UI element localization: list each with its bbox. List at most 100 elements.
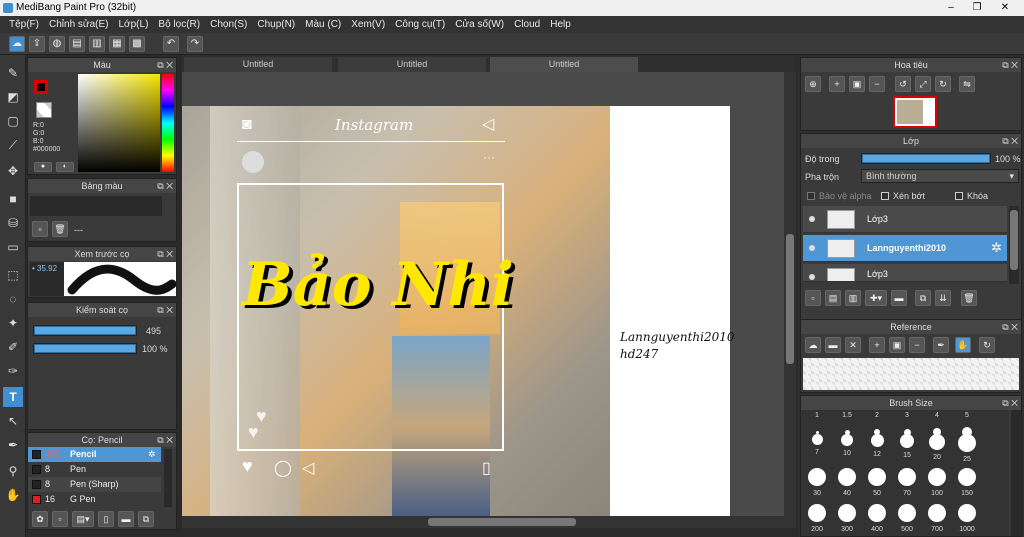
reference-view[interactable] [803,358,1019,390]
brush-menu-icon[interactable]: ▤▾ [72,511,94,527]
eyedropper-tool-icon[interactable]: ⚲ [3,461,23,481]
text-tool-icon[interactable]: T [3,387,23,407]
lasso-tool-icon[interactable]: ◌ [3,289,23,309]
brush-copy-icon[interactable]: ▯ [98,511,114,527]
select-rect-tool-icon[interactable]: ⬚ [3,265,23,285]
brush-folder-icon[interactable]: ▬ [118,511,134,527]
color-add-icon[interactable]: ● [34,162,52,172]
reference-eyedropper-icon[interactable]: ✒ [933,337,949,353]
magic-wand-tool-icon[interactable]: ✦ [3,313,23,333]
doc-tab-3[interactable]: Untitled [490,57,638,72]
bucket-tool-icon[interactable]: ⛁ [3,213,23,233]
brush-settings-icon[interactable]: ✲ [148,447,156,462]
brush-size-option[interactable] [958,434,976,452]
brush-new-icon[interactable]: ▫ [52,511,68,527]
select-pen-tool-icon[interactable]: ✐ [3,337,23,357]
brush-size-option[interactable] [838,504,856,522]
menu-layer[interactable]: Lớp(L) [114,19,154,30]
brush-item-g-pen[interactable]: 16 G Pen [28,492,161,507]
layer-opacity-slider[interactable] [861,153,991,164]
new-8bit-layer-icon[interactable]: ▥ [845,290,861,306]
eye-icon[interactable] [809,245,815,251]
panel-close-icon[interactable]: ⧉ ✕ [1002,58,1018,72]
brush-add-icon[interactable]: ✿ [32,511,48,527]
brush-size-option[interactable] [898,504,916,522]
blend-mode-select[interactable]: Bình thường ▾ [861,169,1019,183]
brush-size-option[interactable] [841,434,853,446]
page-icon[interactable]: ▤ [69,36,85,52]
move-tool-icon[interactable]: ✥ [3,161,23,181]
background-color-swatch[interactable] [36,102,52,118]
menu-cloud[interactable]: Cloud [509,19,545,30]
reference-zoom-out-icon[interactable]: − [909,337,925,353]
menu-window[interactable]: Cửa số(W) [450,19,509,30]
panel-close-icon[interactable]: ⧉ ✕ [157,247,173,261]
flip-icon[interactable]: ⇋ [959,76,975,92]
brush-size-slider[interactable] [33,325,137,336]
reference-add-icon[interactable]: ☁ [805,337,821,353]
panel-close-icon[interactable]: ⧉ ✕ [157,433,173,447]
reference-rotate-icon[interactable]: ↻ [979,337,995,353]
brush-size-option[interactable] [928,468,946,486]
rotate-right-icon[interactable]: ↻ [935,76,951,92]
zoom-actual-icon[interactable]: ▣ [849,76,865,92]
gradient-tool-icon[interactable]: ▭ [3,237,23,257]
saturation-value-picker[interactable] [78,74,160,172]
hue-slider[interactable] [162,74,174,172]
brush-item-pen[interactable]: 8 Pen [28,462,161,477]
layer-add-menu-icon[interactable]: ✚▾ [865,290,887,306]
reference-open-icon[interactable]: ▬ [825,337,841,353]
brush-opacity-slider[interactable] [33,343,137,354]
lock-checkbox[interactable] [955,192,963,200]
protect-alpha-checkbox[interactable] [807,192,815,200]
brush-tool-icon[interactable]: ✎ [3,63,23,83]
brush-size-option[interactable] [868,468,886,486]
brush-size-option[interactable] [868,504,886,522]
reference-zoom-in-icon[interactable]: + [869,337,885,353]
redo-icon[interactable]: ↷ [187,36,203,52]
hscroll-thumb[interactable] [428,518,576,526]
hand-tool-icon[interactable]: ✋ [3,485,23,505]
line-tool-icon[interactable]: ⟋ [3,135,23,155]
new-palette-icon[interactable]: ▫ [32,221,48,237]
minimize-icon[interactable]: – [940,1,962,15]
layer-delete-icon[interactable]: 🗑 [961,290,977,306]
new-layer-icon[interactable]: ▫ [805,290,821,306]
menu-help[interactable]: Help [545,19,576,30]
delete-palette-icon[interactable]: 🗑 [52,221,68,237]
brush-size-option[interactable] [838,468,856,486]
brush-list-scrollbar[interactable] [164,449,172,507]
brush-size-option[interactable] [898,468,916,486]
color-mode-icon[interactable]: ◐ [56,162,74,172]
new-halftone-layer-icon[interactable]: ▤ [825,290,841,306]
brush-size-option[interactable] [958,468,976,486]
zoom-in-icon[interactable]: + [829,76,845,92]
panel-close-icon[interactable]: ⧉ ✕ [157,303,173,317]
brush-size-option[interactable] [929,434,945,450]
eye-icon[interactable] [809,274,815,280]
undo-icon[interactable]: ↶ [163,36,179,52]
cloud-icon[interactable]: ☁ [9,36,25,52]
layer-settings-icon[interactable]: ✲ [991,240,1002,256]
zoom-out-icon[interactable]: − [869,76,885,92]
reference-close-icon[interactable]: ✕ [845,337,861,353]
close-icon[interactable]: ✕ [994,1,1016,15]
layer-merge-icon[interactable]: ⇊ [935,290,951,306]
brush-item-pen-sharp[interactable]: 8 Pen (Sharp) [28,477,161,492]
clipping-checkbox[interactable] [881,192,889,200]
eye-icon[interactable] [809,216,815,222]
doc-tab-2[interactable]: Untitled [338,57,486,72]
brush-duplicate-icon[interactable]: ⧉ [138,511,154,527]
panel-close-icon[interactable]: ⧉ ✕ [1002,396,1018,410]
select-eraser-tool-icon[interactable]: ✑ [3,361,23,381]
menu-file[interactable]: Tệp(F) [4,19,44,30]
foreground-color-swatch[interactable] [34,80,48,94]
grid-icon[interactable]: ▩ [129,36,145,52]
zoom-fit-icon[interactable]: ⊕ [805,76,821,92]
menu-snap[interactable]: Chụp(N) [252,19,300,30]
brush-size-option[interactable] [811,434,823,445]
brush-size-option[interactable] [900,434,914,448]
menu-color[interactable]: Màu (C) [300,19,346,30]
menu-view[interactable]: Xem(V) [346,19,390,30]
canvas-vscroll[interactable] [784,72,796,516]
